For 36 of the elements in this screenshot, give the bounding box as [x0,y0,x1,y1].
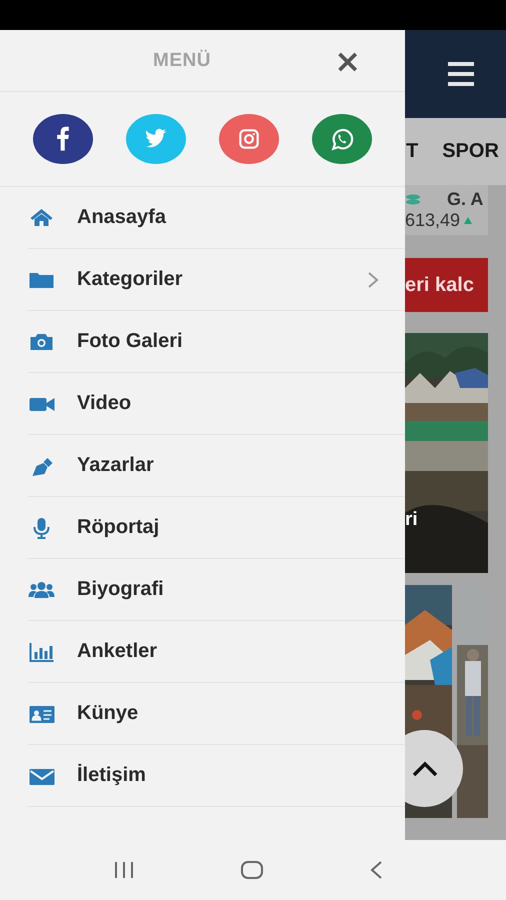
close-button[interactable]: × [334,44,361,76]
menu-label: Künye [77,702,138,725]
menu-item[interactable]: Foto Galeri [28,311,405,373]
menu-item[interactable]: İletişim [28,745,405,807]
ticker-name: G. A [447,189,484,210]
menu-label: İletişim [77,764,146,787]
menu-title: MENÜ [153,50,211,72]
menu-label: Yazarlar [77,454,154,477]
menu-item[interactable]: Biyografi [28,559,405,621]
menu-label: Video [77,392,132,415]
menu-label: Foto Galeri [77,330,183,353]
menu-item[interactable]: Kategoriler [28,249,405,311]
up-triangle-icon [464,217,472,224]
letter-f-icon [56,126,70,152]
phone-bubble-icon [329,126,355,152]
menu-label: Anketler [77,640,158,663]
news-banner[interactable]: eri kalc [405,258,488,312]
home-icon[interactable] [240,860,264,880]
ticker-value: 613,49 [405,210,460,231]
chart-icon [28,640,56,662]
menu-item[interactable]: Anasayfa [28,187,405,249]
menu-label: Anasayfa [77,206,166,229]
menu-item[interactable]: Künye [28,683,405,745]
menu-item[interactable]: Video [28,373,405,435]
menu-label: Röportaj [77,516,160,539]
menu-icon[interactable] [446,61,476,87]
category-tab[interactable]: T [406,140,418,163]
recent-apps-icon[interactable] [112,861,135,879]
coins-icon [405,194,421,206]
back-icon[interactable] [369,860,384,880]
caret-up-icon [410,760,438,776]
menu-label: Biyografi [77,578,164,601]
category-tab[interactable]: SPOR [442,140,499,163]
headline: ri [405,509,418,531]
menu-item[interactable]: Anketler [28,621,405,683]
menu-label: Kategoriler [77,268,183,291]
